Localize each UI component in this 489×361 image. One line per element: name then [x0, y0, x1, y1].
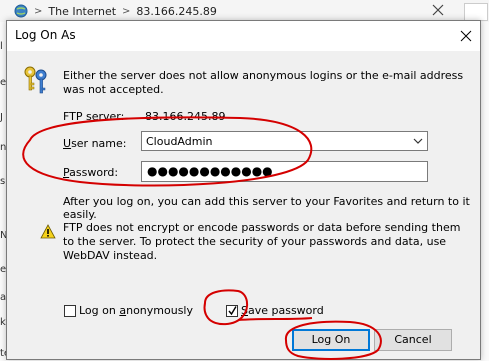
- password-label-text: assword:: [69, 166, 119, 179]
- warning-icon: [40, 224, 56, 239]
- breadcrumb-separator: >: [34, 5, 43, 17]
- breadcrumb-separator: >: [122, 5, 131, 17]
- user-name-value[interactable]: CloudAdmin: [146, 135, 212, 148]
- favorites-hint: After you log on, you can add this serve…: [63, 195, 470, 221]
- log-on-anonymously-label[interactable]: Log on anonymously: [79, 304, 193, 317]
- user-name-label-text: ser name:: [71, 137, 127, 150]
- log-on-as-dialog: Log On As Either the server does not all…: [6, 20, 481, 360]
- background-fragment: l: [0, 41, 3, 52]
- save-label-rest: ave password: [247, 304, 324, 317]
- breadcrumb-address[interactable]: 83.166.245.89: [136, 5, 216, 18]
- security-warning: FTP does not encrypt or encode passwords…: [63, 221, 461, 262]
- password-label: Password:: [63, 166, 118, 179]
- close-icon[interactable]: [432, 4, 444, 16]
- keys-icon: [24, 66, 47, 94]
- password-field[interactable]: ●●●●●●●●●●●●: [141, 161, 428, 182]
- user-name-combobox[interactable]: CloudAdmin: [141, 131, 428, 151]
- log-on-anonymously-checkbox[interactable]: [64, 305, 76, 317]
- dialog-title: Log On As: [15, 28, 76, 42]
- anon-label-rest: nonymously: [126, 304, 193, 317]
- chevron-down-icon[interactable]: [413, 136, 423, 146]
- ftp-server-value: 83.166.245.89: [145, 110, 226, 123]
- ftp-server-label: FTP server:: [63, 110, 125, 123]
- save-password-checkbox[interactable]: [226, 305, 238, 317]
- user-name-label: User name:: [63, 137, 126, 150]
- background-fragment: k: [0, 317, 6, 328]
- save-password-label[interactable]: Save password: [241, 304, 324, 317]
- background-fragment: J: [0, 112, 3, 123]
- anon-label-prefix: Log on: [79, 304, 120, 317]
- dialog-titlebar[interactable]: Log On As: [7, 21, 480, 51]
- user-name-mnemonic: U: [63, 137, 72, 150]
- log-on-button[interactable]: Log On: [292, 329, 370, 351]
- intro-message: Either the server does not allow anonymo…: [63, 69, 464, 96]
- background-right-pane: [480, 22, 489, 361]
- background-address-bar[interactable]: > The Internet > 83.166.245.89: [0, 2, 217, 20]
- globe-icon: [14, 4, 28, 18]
- checkmark-icon: [228, 306, 237, 316]
- save-mnemonic: S: [241, 304, 248, 317]
- close-icon[interactable]: [460, 30, 472, 42]
- password-mask[interactable]: ●●●●●●●●●●●●: [147, 164, 273, 178]
- background-fragment: s: [0, 176, 6, 187]
- cancel-button[interactable]: Cancel: [374, 329, 452, 351]
- background-search-box[interactable]: [464, 3, 488, 21]
- breadcrumb-location[interactable]: The Internet: [48, 5, 116, 18]
